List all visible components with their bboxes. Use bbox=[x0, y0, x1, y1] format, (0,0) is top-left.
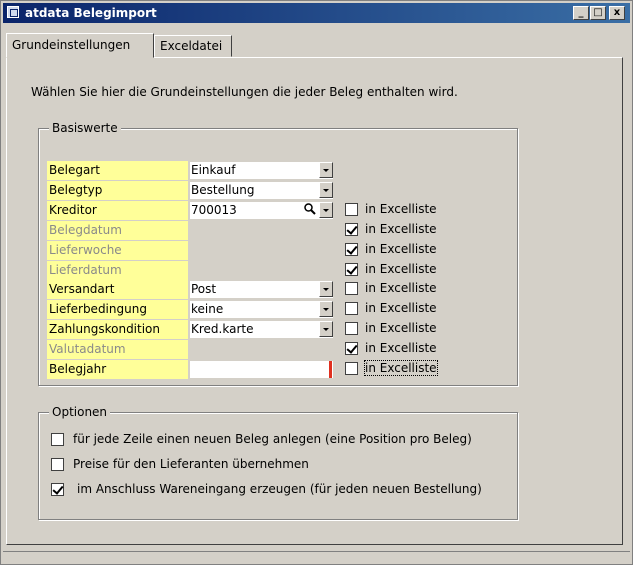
field-label-belegdatum: Belegdatum bbox=[47, 221, 188, 240]
field-value: Kred.karte bbox=[191, 322, 254, 336]
in-excelliste-checkbox[interactable] bbox=[345, 362, 358, 375]
in-excelliste-checkbox[interactable] bbox=[345, 302, 358, 315]
in-excelliste-label: in Excelliste bbox=[365, 341, 437, 355]
field-label-belegtyp: Belegtyp bbox=[47, 181, 188, 200]
window-title: atdata Belegimport bbox=[25, 6, 157, 20]
option-checkbox[interactable] bbox=[51, 433, 64, 446]
in-excelliste-checkbox[interactable] bbox=[345, 203, 358, 216]
field-label-lieferbedingung: Lieferbedingung bbox=[47, 300, 188, 319]
in-excelliste-checkbox[interactable] bbox=[345, 342, 358, 355]
option-label: Preise für den Lieferanten übernehmen bbox=[73, 457, 309, 471]
in-excelliste-checkbox[interactable] bbox=[345, 322, 358, 335]
chevron-down-icon[interactable] bbox=[319, 321, 333, 337]
field-label-lieferwoche: Lieferwoche bbox=[47, 241, 188, 260]
field-row-versandart: Versandart Post in Excelliste bbox=[47, 280, 447, 299]
field-disabled-lieferdatum bbox=[190, 262, 333, 279]
option-label: für jede Zeile einen neuen Beleg anlegen… bbox=[73, 432, 472, 446]
search-icon[interactable] bbox=[303, 202, 319, 218]
intro-text: Wählen Sie hier die Grundeinstellungen d… bbox=[31, 85, 458, 99]
field-input-kreditor[interactable]: 700013 bbox=[190, 202, 333, 219]
field-value: Einkauf bbox=[191, 163, 236, 177]
field-row-lieferwoche: Lieferwoche in Excelliste bbox=[47, 241, 447, 260]
title-bar[interactable]: atdata Belegimport _ □ x bbox=[3, 3, 630, 23]
field-label-belegjahr: Belegjahr bbox=[47, 360, 188, 379]
field-row-belegtyp: Belegtyp Bestellung bbox=[47, 181, 447, 200]
chevron-down-icon[interactable] bbox=[319, 301, 333, 317]
field-label-kreditor: Kreditor bbox=[47, 201, 188, 220]
field-row-belegdatum: Belegdatum in Excelliste bbox=[47, 221, 447, 240]
in-excelliste-label: in Excelliste bbox=[365, 202, 437, 216]
field-row-lieferdatum: Lieferdatum in Excelliste bbox=[47, 261, 447, 280]
window-app-icon[interactable] bbox=[7, 6, 19, 18]
option-checkbox[interactable] bbox=[51, 458, 64, 471]
in-excelliste-label: in Excelliste bbox=[364, 360, 438, 376]
field-row-belegart: Belegart Einkauf bbox=[47, 161, 447, 180]
required-marker bbox=[329, 361, 332, 378]
chevron-down-icon[interactable] bbox=[319, 281, 333, 297]
field-input-belegart[interactable]: Einkauf bbox=[190, 162, 333, 179]
basiswerte-legend: Basiswerte bbox=[49, 121, 121, 135]
in-excelliste-label: in Excelliste bbox=[365, 262, 437, 276]
in-excelliste-checkbox[interactable] bbox=[345, 282, 358, 295]
field-row-lieferbedingung: Lieferbedingung keine in Excelliste bbox=[47, 300, 447, 319]
tab-grundeinstellungen[interactable]: Grundeinstellungen bbox=[6, 33, 154, 58]
in-excelliste-checkbox[interactable] bbox=[345, 223, 358, 236]
field-value: 700013 bbox=[191, 203, 237, 217]
close-button[interactable]: x bbox=[609, 6, 625, 20]
field-label-belegart: Belegart bbox=[47, 161, 188, 180]
chevron-down-icon[interactable] bbox=[319, 162, 333, 178]
field-value: Post bbox=[191, 282, 217, 296]
field-input-versandart[interactable]: Post bbox=[190, 281, 333, 298]
option-checkbox[interactable] bbox=[51, 483, 64, 496]
field-input-zahlungskondition[interactable]: Kred.karte bbox=[190, 321, 333, 338]
field-row-kreditor: Kreditor 700013 in Excelliste bbox=[47, 201, 447, 220]
minimize-button[interactable]: _ bbox=[573, 6, 589, 20]
field-value: Bestellung bbox=[191, 183, 255, 197]
application-window: atdata Belegimport _ □ x Grundeinstellun… bbox=[0, 0, 633, 565]
field-disabled-lieferwoche bbox=[190, 242, 333, 259]
in-excelliste-label: in Excelliste bbox=[365, 222, 437, 236]
option-label: im Anschluss Wareneingang erzeugen (für … bbox=[77, 482, 482, 496]
in-excelliste-checkbox[interactable] bbox=[345, 263, 358, 276]
field-disabled-valutadatum bbox=[190, 341, 333, 358]
field-label-versandart: Versandart bbox=[47, 280, 188, 299]
in-excelliste-label: in Excelliste bbox=[365, 321, 437, 335]
in-excelliste-checkbox[interactable] bbox=[345, 243, 358, 256]
field-row-valutadatum: Valutadatum in Excelliste bbox=[47, 340, 447, 359]
field-label-lieferdatum: Lieferdatum bbox=[47, 261, 188, 280]
tab-exceldatei[interactable]: Exceldatei bbox=[154, 35, 232, 57]
status-strip bbox=[3, 551, 630, 565]
optionen-legend: Optionen bbox=[49, 405, 111, 419]
field-input-belegtyp[interactable]: Bestellung bbox=[190, 182, 333, 199]
chevron-down-icon[interactable] bbox=[319, 202, 333, 218]
field-row-belegjahr: Belegjahr in Excelliste bbox=[47, 360, 447, 379]
field-input-belegjahr[interactable] bbox=[190, 361, 333, 378]
field-disabled-belegdatum bbox=[190, 222, 333, 239]
field-label-valutadatum: Valutadatum bbox=[47, 340, 188, 359]
field-label-zahlungskondition: Zahlungskondition bbox=[47, 320, 188, 339]
in-excelliste-label: in Excelliste bbox=[365, 242, 437, 256]
chevron-down-icon[interactable] bbox=[319, 182, 333, 198]
field-input-lieferbedingung[interactable]: keine bbox=[190, 301, 333, 318]
in-excelliste-label: in Excelliste bbox=[365, 301, 437, 315]
field-row-zahlungskondition: Zahlungskondition Kred.karte in Excelliste bbox=[47, 320, 447, 339]
maximize-button[interactable]: □ bbox=[590, 6, 606, 20]
in-excelliste-label: in Excelliste bbox=[365, 281, 437, 295]
field-value: keine bbox=[191, 302, 224, 316]
